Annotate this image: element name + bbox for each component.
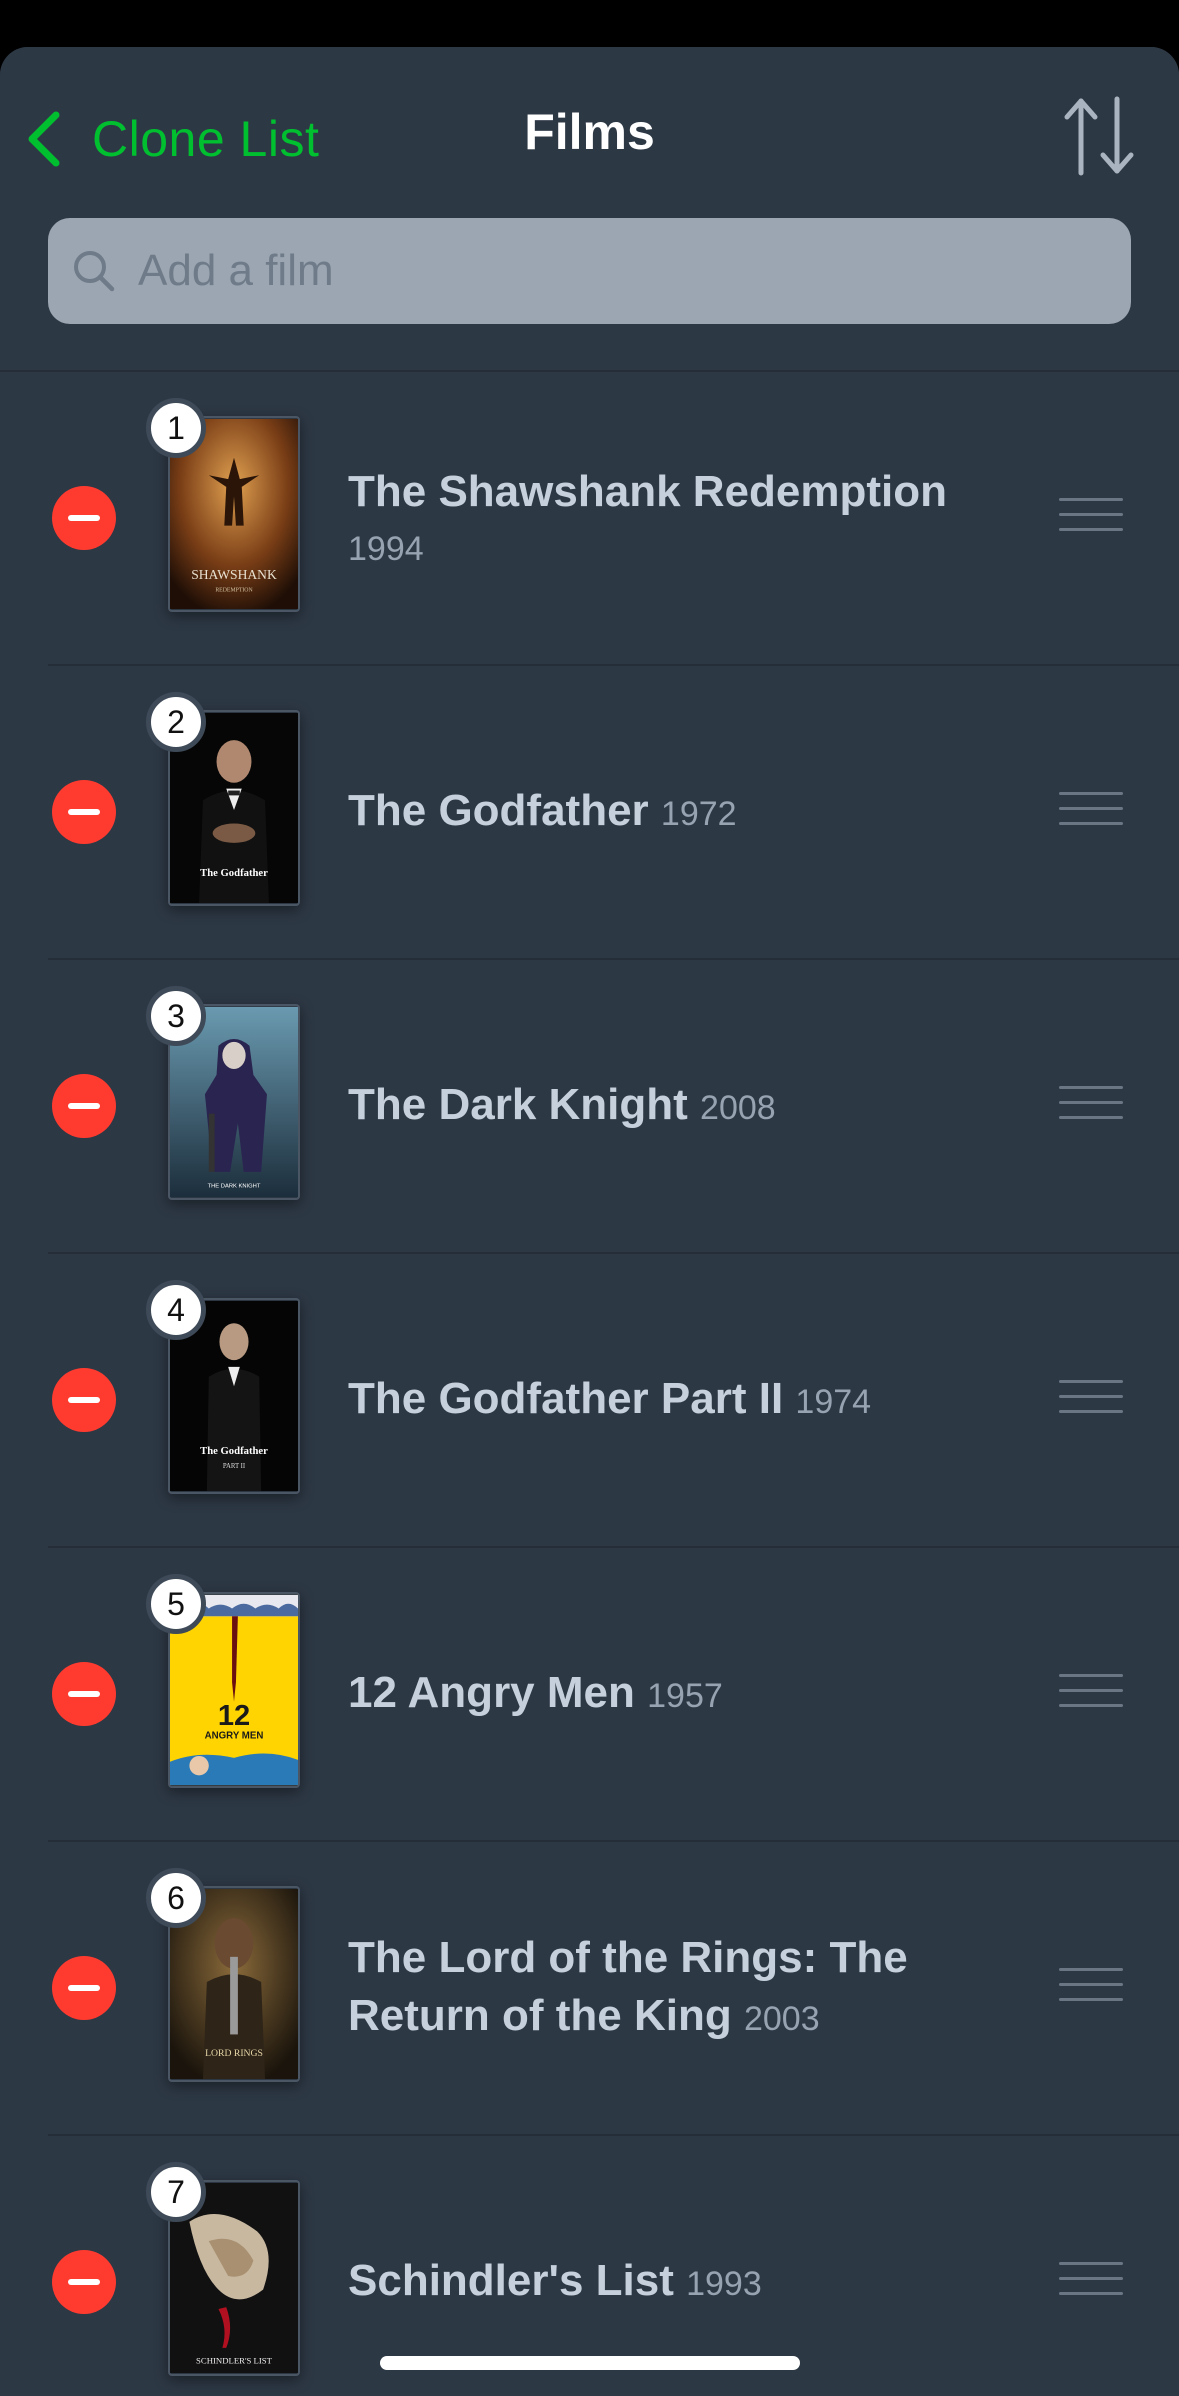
- remove-button[interactable]: [52, 486, 116, 550]
- remove-button[interactable]: [52, 1074, 116, 1138]
- svg-text:12: 12: [218, 1700, 250, 1732]
- film-info: The Godfather Part II 1974: [348, 1254, 1008, 1546]
- list-item: SHAWSHANK REDEMPTION 1 The Shawshank Red…: [48, 372, 1179, 666]
- svg-text:ANGRY MEN: ANGRY MEN: [205, 1730, 264, 1741]
- svg-text:PART II: PART II: [223, 1463, 246, 1470]
- drag-handle-icon[interactable]: [1059, 1380, 1123, 1420]
- rank-badge: 5: [146, 1574, 206, 1634]
- film-info: The Dark Knight 2008: [348, 960, 1008, 1252]
- film-year: 2008: [700, 1088, 776, 1127]
- film-info: The Shawshank Redemption 1994: [348, 372, 1008, 664]
- drag-handle-icon[interactable]: [1059, 1674, 1123, 1714]
- list-item: The Godfather 2 The Godfather 1972: [48, 666, 1179, 960]
- film-title: Schindler's List: [348, 2255, 674, 2305]
- svg-text:SHAWSHANK: SHAWSHANK: [191, 567, 277, 582]
- nav-header: Clone List Films: [0, 47, 1179, 371]
- films-sheet: Clone List Films Add a film SHAWSHANK RE…: [0, 47, 1179, 2396]
- remove-button[interactable]: [52, 1368, 116, 1432]
- drag-handle-icon[interactable]: [1059, 792, 1123, 832]
- drag-handle-icon[interactable]: [1059, 498, 1123, 538]
- film-title-line: 12 Angry Men 1957: [348, 1664, 1008, 1725]
- svg-text:The Godfather: The Godfather: [200, 868, 268, 879]
- film-title-line: Schindler's List 1993: [348, 2252, 1008, 2313]
- remove-button[interactable]: [52, 1956, 116, 2020]
- drag-handle-icon[interactable]: [1059, 2262, 1123, 2302]
- film-title: The Godfather: [348, 785, 649, 835]
- remove-button[interactable]: [52, 1662, 116, 1726]
- drag-handle-icon[interactable]: [1059, 1086, 1123, 1126]
- film-title-line: The Godfather Part II 1974: [348, 1370, 1008, 1431]
- film-info: 12 Angry Men 1957: [348, 1548, 1008, 1840]
- film-title-line: The Lord of the Rings: The Return of the…: [348, 1929, 1008, 2048]
- search-icon: [74, 251, 115, 292]
- remove-button[interactable]: [52, 2250, 116, 2314]
- film-title: The Dark Knight: [348, 1079, 688, 1129]
- film-info: The Godfather 1972: [348, 666, 1008, 958]
- film-year: 1974: [795, 1382, 872, 1421]
- film-title: The Shawshank Redemption: [348, 467, 947, 516]
- svg-text:SCHINDLER'S LIST: SCHINDLER'S LIST: [196, 2355, 273, 2365]
- rank-badge: 1: [146, 398, 206, 458]
- remove-button[interactable]: [52, 780, 116, 844]
- film-year: 1972: [660, 794, 737, 833]
- add-film-input[interactable]: [138, 246, 1131, 296]
- rank-badge: 7: [146, 2162, 206, 2222]
- list-item: 12 ANGRY MEN 5 12 Angry Men 1957: [48, 1548, 1179, 1842]
- svg-text:REDEMPTION: REDEMPTION: [215, 588, 253, 594]
- search-bar[interactable]: [48, 218, 1131, 324]
- rank-badge: 3: [146, 986, 206, 1046]
- list-item: The Godfather PART II 4 The Godfather Pa…: [48, 1254, 1179, 1548]
- film-title: The Godfather Part II: [348, 1373, 784, 1423]
- film-title-line: The Dark Knight 2008: [348, 1076, 1008, 1137]
- film-year: 2003: [743, 1999, 820, 2038]
- film-year: 1993: [686, 2264, 762, 2303]
- svg-text:LORD RINGS: LORD RINGS: [205, 2048, 263, 2059]
- sort-button[interactable]: [1059, 91, 1139, 181]
- list-item: LORD RINGS 6 The Lord of the Rings: The …: [48, 1842, 1179, 2136]
- film-title: 12 Angry Men: [348, 1667, 635, 1717]
- film-list: SHAWSHANK REDEMPTION 1 The Shawshank Red…: [0, 372, 1179, 2396]
- film-title: The Lord of the Rings: The Return of the…: [348, 1932, 908, 2040]
- rank-badge: 2: [146, 692, 206, 752]
- list-item: THE DARK KNIGHT 3 The Dark Knight 2008: [48, 960, 1179, 1254]
- svg-text:THE DARK KNIGHT: THE DARK KNIGHT: [208, 1183, 261, 1189]
- rank-badge: 6: [146, 1868, 206, 1928]
- film-info: The Lord of the Rings: The Return of the…: [348, 1842, 1008, 2134]
- svg-text:The Godfather: The Godfather: [200, 1446, 268, 1457]
- rank-badge: 4: [146, 1280, 206, 1340]
- drag-handle-icon[interactable]: [1059, 1968, 1123, 2008]
- film-year: 1957: [647, 1676, 723, 1715]
- sort-arrows-icon: [1064, 96, 1134, 176]
- film-title-line: The Godfather 1972: [348, 782, 1008, 843]
- page-title: Films: [524, 104, 655, 160]
- film-year: 1994: [348, 530, 424, 568]
- home-indicator[interactable]: [380, 2356, 800, 2370]
